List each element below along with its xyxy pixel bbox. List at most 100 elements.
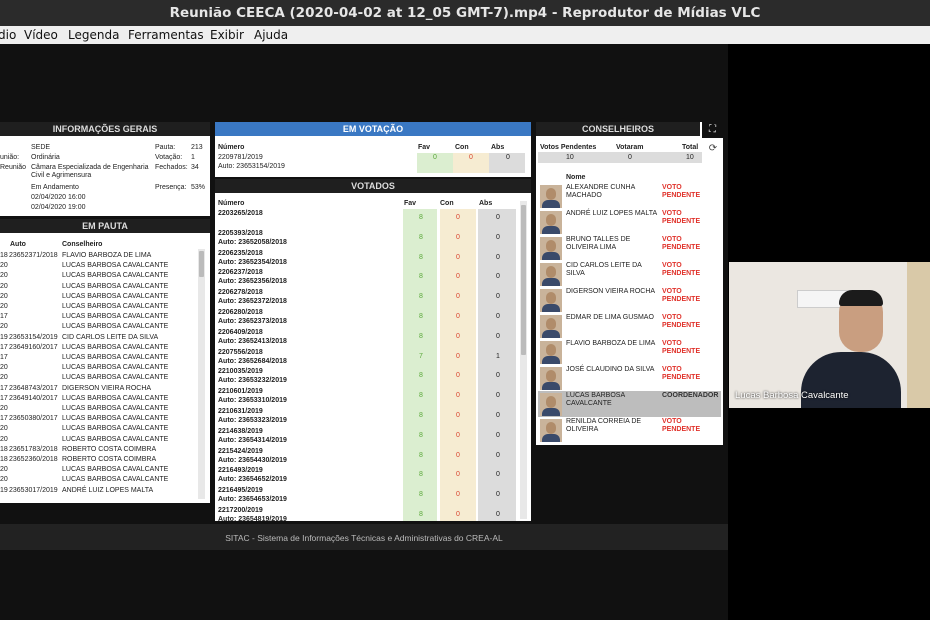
votados-fav: 8 — [419, 253, 423, 261]
pauta-conselheiro: LUCAS BARBOSA CAVALCANTE — [62, 374, 169, 382]
votados-abs: 0 — [496, 233, 500, 241]
votados-auto: Auto: 23654819/2019 — [218, 516, 287, 521]
table-row[interactable]: 20 LUCAS BARBOSA CAVALCANTE — [0, 373, 198, 383]
votados-auto: Auto: 23654652/2019 — [218, 476, 287, 484]
pauta-year: 20 — [0, 303, 8, 310]
list-item[interactable]: RENILDA CORREIA DE OLIVEIRA VOTO PENDENTE — [538, 417, 721, 443]
votados-scrollbar[interactable] — [520, 201, 527, 519]
table-row[interactable]: 2206409/2018 Auto: 23652413/2018 8 0 0 — [215, 329, 520, 348]
em-pauta-scrollbar[interactable] — [198, 249, 205, 499]
table-row[interactable]: 20 LUCAS BARBOSA CAVALCANTE — [0, 282, 198, 292]
table-row[interactable]: 2216493/2019 Auto: 23654652/2019 8 0 0 — [215, 467, 520, 486]
table-row[interactable]: 2203265/2018 8 0 0 — [215, 210, 520, 229]
table-row[interactable]: 20 LUCAS BARBOSA CAVALCANTE — [0, 435, 198, 445]
menu-item-2[interactable]: Legenda — [68, 26, 119, 44]
votados-con: 0 — [456, 431, 460, 439]
votados-con: 0 — [456, 332, 460, 340]
table-row[interactable]: 2205393/2018 Auto: 23652058/2018 8 0 0 — [215, 230, 520, 249]
member-name: DIGERSON VIEIRA ROCHA — [566, 288, 656, 295]
table-row[interactable]: 19 23653154/2019 CID CARLOS LEITE DA SILVA — [0, 333, 198, 343]
table-row[interactable]: 20 LUCAS BARBOSA CAVALCANTE — [0, 322, 198, 332]
list-item[interactable]: ANDRÉ LUIZ LOPES MALTA VOTO PENDENTE — [538, 209, 721, 235]
votados-fav: 8 — [419, 511, 423, 518]
pauta-conselheiro: FLAVIO BARBOZA DE LIMA — [62, 252, 152, 259]
table-row[interactable]: 19 23653017/2019 ANDRÉ LUIZ LOPES MALTA — [0, 486, 198, 496]
table-row[interactable]: 2214638/2019 Auto: 23654314/2019 8 0 0 — [215, 428, 520, 447]
table-row[interactable]: 20 LUCAS BARBOSA CAVALCANTE — [0, 292, 198, 302]
votados-auto: Auto: 23653323/2019 — [218, 417, 287, 424]
list-item[interactable]: EDMAR DE LIMA GUSMAO VOTO PENDENTE — [538, 313, 721, 339]
avatar — [540, 341, 562, 364]
table-row[interactable]: 2206280/2018 Auto: 23652373/2018 8 0 0 — [215, 309, 520, 328]
table-row[interactable]: 2210035/2019 Auto: 23653232/2019 8 0 0 — [215, 368, 520, 387]
votados-con: 0 — [456, 412, 460, 419]
pauta-year: 17 — [0, 384, 8, 392]
refresh-icon[interactable]: ⟳ — [706, 142, 720, 156]
menu-item-1[interactable]: Vídeo — [24, 26, 58, 44]
table-row[interactable]: 20 LUCAS BARBOSA CAVALCANTE — [0, 424, 198, 434]
list-item[interactable]: LUCAS BARBOSA CAVALCANTE COORDENADOR — [538, 391, 721, 417]
info-value: Em Andamento — [31, 184, 79, 191]
pauta-conselheiro: LUCAS BARBOSA CAVALCANTE — [62, 425, 169, 433]
person-hair — [839, 290, 883, 306]
table-row[interactable]: 2210601/2019 Auto: 23653310/2019 8 0 0 — [215, 388, 520, 407]
member-status: VOTO PENDENTE — [662, 210, 701, 225]
list-item[interactable]: FLAVIO BARBOZA DE LIMA VOTO PENDENTE — [538, 339, 721, 365]
table-row[interactable]: 20 LUCAS BARBOSA CAVALCANTE — [0, 302, 198, 312]
em-votacao-abs-value: 0 — [506, 154, 510, 161]
table-row[interactable]: 20 LUCAS BARBOSA CAVALCANTE — [0, 363, 198, 373]
table-row[interactable]: 18 23652360/2018 ROBERTO COSTA COIMBRA — [0, 455, 198, 465]
info-value: SEDE — [31, 144, 51, 151]
table-row[interactable]: 20 LUCAS BARBOSA CAVALCANTE — [0, 404, 198, 414]
table-row[interactable]: 20 LUCAS BARBOSA CAVALCANTE — [0, 271, 198, 281]
table-row[interactable]: 17 23650380/2017 LUCAS BARBOSA CAVALCANTE — [0, 414, 198, 424]
table-row[interactable]: 2215424/2019 Auto: 23654430/2019 8 0 0 — [215, 448, 520, 467]
table-row[interactable]: 20 LUCAS BARBOSA CAVALCANTE — [0, 465, 198, 475]
list-item[interactable]: ALEXANDRE CUNHA MACHADO VOTO PENDENTE — [538, 183, 721, 209]
pauta-conselheiro: DIGERSON VIEIRA ROCHA — [62, 384, 152, 392]
info-gerais-panel: INFORMAÇÕES GERAIS SEDE Pauta: 213 união: Or… — [0, 122, 210, 216]
table-row[interactable]: 17 LUCAS BARBOSA CAVALCANTE — [0, 353, 198, 363]
menu-item-0[interactable]: dio — [0, 26, 16, 44]
pauta-auto: 23652360/2018 — [9, 456, 58, 463]
menu-item-5[interactable]: Ajuda — [254, 26, 288, 44]
table-row[interactable]: 17 23649160/2017 LUCAS BARBOSA CAVALCANTE — [0, 343, 198, 353]
table-row[interactable]: 20 LUCAS BARBOSA CAVALCANTE — [0, 475, 198, 485]
avatar — [540, 419, 562, 442]
member-status: VOTO PENDENTE — [662, 184, 701, 199]
votados-con: 0 — [456, 233, 460, 241]
info-rvalue: 34 — [191, 164, 199, 171]
table-row[interactable]: 2206235/2018 Auto: 23652354/2018 8 0 0 — [215, 250, 520, 269]
table-row[interactable]: 17 LUCAS BARBOSA CAVALCANTE — [0, 312, 198, 322]
pauta-year: 19 — [0, 486, 8, 494]
menu-item-3[interactable]: Ferramentas — [128, 26, 204, 44]
votados-con: 0 — [456, 511, 460, 518]
member-status: VOTO PENDENTE — [662, 288, 701, 303]
em-votacao-col-con: Con — [455, 144, 469, 151]
table-row[interactable]: 2207556/2018 Auto: 23652684/2018 7 0 1 — [215, 349, 520, 368]
table-row[interactable]: 2216495/2019 Auto: 23654653/2019 8 0 0 — [215, 487, 520, 506]
list-item[interactable]: BRUNO TALLES DE OLIVEIRA LIMA VOTO PENDEN… — [538, 235, 721, 261]
list-item[interactable]: DIGERSON VIEIRA ROCHA VOTO PENDENTE — [538, 287, 721, 313]
pauta-auto: 23649140/2017 — [9, 394, 58, 402]
footer-text: SITAC - Sistema de Informações Técnicas … — [0, 524, 728, 550]
em-votacao-auto: Auto: 23653154/2019 — [218, 163, 285, 170]
table-row[interactable]: 2206237/2018 Auto: 23652356/2018 8 0 0 — [215, 269, 520, 288]
table-row[interactable]: 20 LUCAS BARBOSA CAVALCANTE — [0, 261, 198, 271]
table-row[interactable]: 18 23651783/2018 ROBERTO COSTA COIMBRA — [0, 445, 198, 455]
table-row[interactable]: 17 23649140/2017 LUCAS BARBOSA CAVALCANTE — [0, 394, 198, 404]
votados-numero: 2206409/2018 — [218, 328, 263, 336]
list-item[interactable]: CID CARLOS LEITE DA SILVA VOTO PENDENTE — [538, 261, 721, 287]
fullscreen-icon[interactable]: ⛶ — [702, 122, 723, 138]
table-row[interactable]: 18 23652371/2018 FLAVIO BARBOZA DE LIMA — [0, 251, 198, 261]
table-row[interactable]: 2210631/2019 Auto: 23653323/2019 8 0 0 — [215, 408, 520, 427]
menu-item-4[interactable]: Exibir — [210, 26, 244, 44]
table-row[interactable]: 17 23648743/2017 DIGERSON VIEIRA ROCHA — [0, 384, 198, 394]
pauta-auto: 23650380/2017 — [9, 415, 58, 423]
pauta-auto: 23651783/2018 — [9, 445, 58, 453]
votos-pendentes-value: 10 — [566, 154, 574, 161]
table-row[interactable]: 2217200/2019 Auto: 23654819/2019 8 0 0 — [215, 507, 520, 521]
list-item[interactable]: JOSÉ CLAUDINO DA SILVA VOTO PENDENTE — [538, 365, 721, 391]
conselheiros-col-nome: Nome — [566, 174, 586, 181]
table-row[interactable]: 2206278/2018 Auto: 23652372/2018 8 0 0 — [215, 289, 520, 308]
